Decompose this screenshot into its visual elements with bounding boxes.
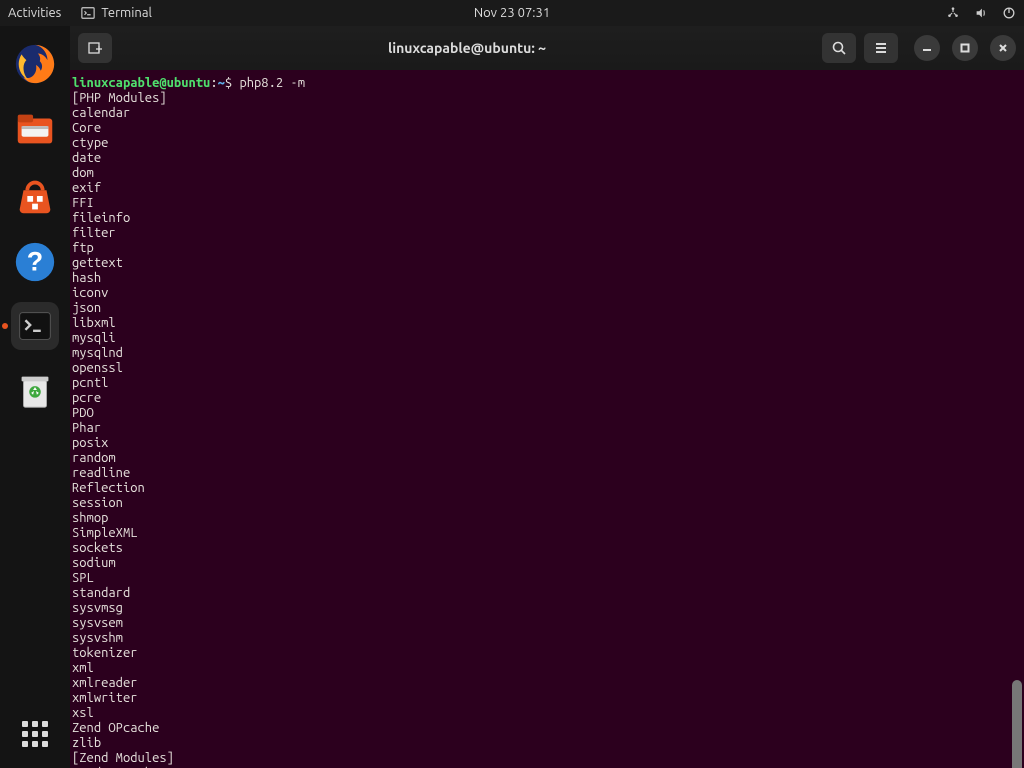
trash-launcher[interactable] (9, 364, 61, 416)
terminal-body[interactable]: linuxcapable@ubuntu:~$ php8.2 -m [PHP Mo… (70, 70, 1024, 768)
command-text: php8.2 -m (239, 76, 305, 90)
svg-text:?: ? (27, 247, 43, 277)
output-line: exif (72, 181, 1020, 196)
output-line: Phar (72, 421, 1020, 436)
terminal-launcher[interactable] (11, 302, 59, 350)
dock: ? (0, 26, 70, 768)
output-line: pcntl (72, 376, 1020, 391)
output-line: FFI (72, 196, 1020, 211)
terminal-icon (81, 6, 95, 20)
apps-grid-icon (22, 721, 48, 747)
output-line: readline (72, 466, 1020, 481)
window-title: linuxcapable@ubuntu: ~ (120, 40, 814, 56)
power-icon[interactable] (1002, 6, 1016, 20)
output-line: Reflection (72, 481, 1020, 496)
output-line: PDO (72, 406, 1020, 421)
app-menu-label: Terminal (101, 6, 152, 20)
prompt-line: linuxcapable@ubuntu:~$ php8.2 -m (72, 76, 1020, 91)
output-line: ftp (72, 241, 1020, 256)
output-line: SimpleXML (72, 526, 1020, 541)
output-line: posix (72, 436, 1020, 451)
output-line: xmlreader (72, 676, 1020, 691)
clock[interactable]: Nov 23 07:31 (474, 6, 550, 20)
hamburger-menu-button[interactable] (864, 33, 898, 63)
terminal-headerbar: linuxcapable@ubuntu: ~ (70, 26, 1024, 70)
terminal-window: linuxcapable@ubuntu: ~ linuxcapable@ubun… (70, 26, 1024, 768)
gnome-top-bar: Activities Terminal Nov 23 07:31 (0, 0, 1024, 26)
output-line: Core (72, 121, 1020, 136)
close-button[interactable] (990, 35, 1016, 61)
output-line: json (72, 301, 1020, 316)
output-line: shmop (72, 511, 1020, 526)
scrollbar-thumb[interactable] (1012, 680, 1022, 768)
volume-icon[interactable] (974, 6, 988, 20)
output-line: xsl (72, 706, 1020, 721)
output-line: mysqli (72, 331, 1020, 346)
software-launcher[interactable] (9, 170, 61, 222)
activities-button[interactable]: Activities (8, 6, 61, 20)
output-line: pcre (72, 391, 1020, 406)
output-line: session (72, 496, 1020, 511)
prompt-colon: : (210, 76, 217, 90)
firefox-launcher[interactable] (9, 38, 61, 90)
output-line: mysqlnd (72, 346, 1020, 361)
files-launcher[interactable] (9, 104, 61, 156)
output-line: [PHP Modules] (72, 91, 1020, 106)
output-line: zlib (72, 736, 1020, 751)
output-line: sysvmsg (72, 601, 1020, 616)
network-icon[interactable] (946, 6, 960, 20)
output-line: sodium (72, 556, 1020, 571)
new-tab-button[interactable] (78, 33, 112, 63)
output-line: iconv (72, 286, 1020, 301)
output-line: hash (72, 271, 1020, 286)
output-line: fileinfo (72, 211, 1020, 226)
output-line: filter (72, 226, 1020, 241)
maximize-button[interactable] (952, 35, 978, 61)
output-line: dom (72, 166, 1020, 181)
output-line: Zend OPcache (72, 721, 1020, 736)
output-line: xmlwriter (72, 691, 1020, 706)
output-line: date (72, 151, 1020, 166)
output-line: ctype (72, 136, 1020, 151)
output-line: tokenizer (72, 646, 1020, 661)
help-launcher[interactable]: ? (9, 236, 61, 288)
output-line: sockets (72, 541, 1020, 556)
output-line: standard (72, 586, 1020, 601)
app-menu[interactable]: Terminal (81, 6, 152, 20)
output-line: libxml (72, 316, 1020, 331)
prompt-userhost: linuxcapable@ubuntu (72, 76, 210, 90)
output-line: gettext (72, 256, 1020, 271)
output-line: sysvsem (72, 616, 1020, 631)
minimize-button[interactable] (914, 35, 940, 61)
search-button[interactable] (822, 33, 856, 63)
output-line: SPL (72, 571, 1020, 586)
output-line: calendar (72, 106, 1020, 121)
output-line: sysvshm (72, 631, 1020, 646)
output-line: openssl (72, 361, 1020, 376)
show-applications-button[interactable] (15, 714, 55, 754)
output-line: [Zend Modules] (72, 751, 1020, 766)
output-line: random (72, 451, 1020, 466)
output-line: xml (72, 661, 1020, 676)
prompt-path: ~ (218, 76, 225, 90)
